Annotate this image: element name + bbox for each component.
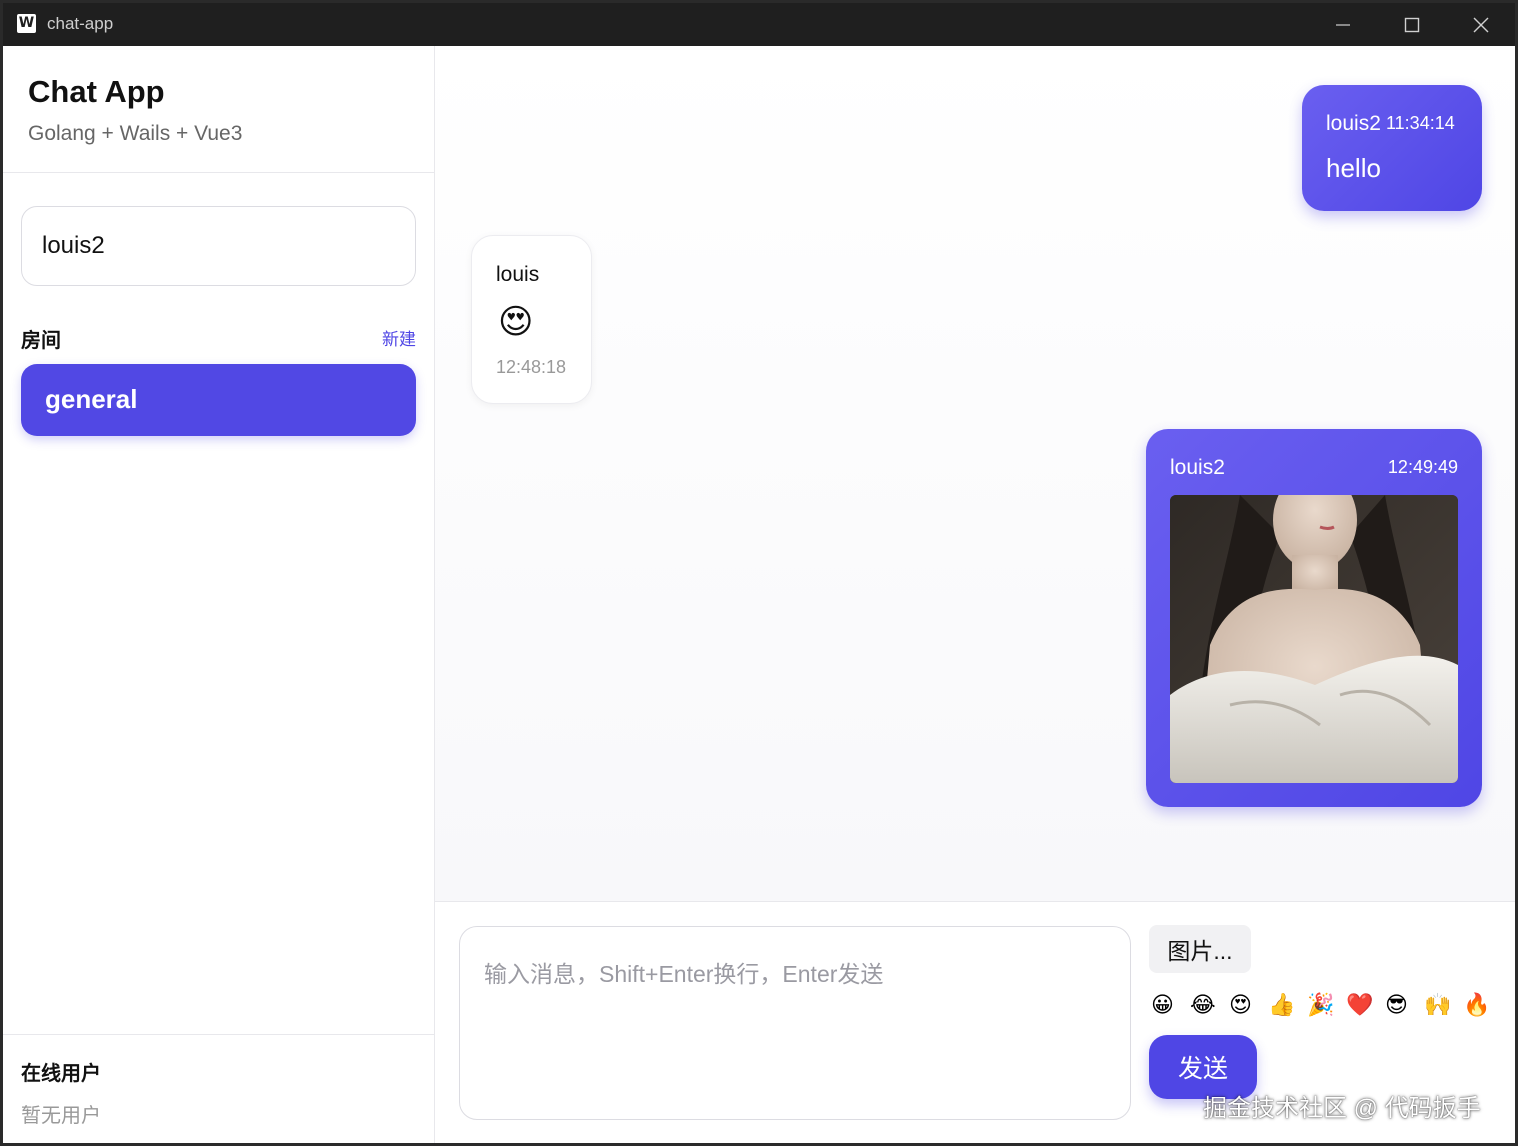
message-time: 11:34:14 bbox=[1386, 113, 1455, 133]
online-users-heading: 在线用户 bbox=[21, 1063, 101, 1085]
minimize-button[interactable] bbox=[1309, 3, 1377, 46]
sunglasses-emoji-icon[interactable]: 😎 bbox=[1385, 988, 1408, 1022]
title-bar[interactable]: W chat-app bbox=[3, 3, 1515, 46]
party-emoji-icon[interactable]: 🎉 bbox=[1307, 988, 1334, 1022]
online-users-empty: 暂无用户 bbox=[21, 1105, 101, 1127]
username-input[interactable] bbox=[21, 206, 416, 286]
thumbs-up-emoji-icon[interactable]: 👍 bbox=[1268, 988, 1295, 1022]
window-title: chat-app bbox=[47, 14, 114, 33]
message-author: louis2 bbox=[1326, 112, 1381, 135]
new-room-link[interactable]: 新建 bbox=[382, 325, 416, 350]
message-bubble: louis2 11:34:14 hello bbox=[1302, 85, 1482, 211]
chat-main: louis2 11:34:14 hello louis 😍 12:48:18 l… bbox=[435, 46, 1515, 1143]
close-icon bbox=[1473, 17, 1489, 33]
app-title: Chat App bbox=[28, 74, 165, 109]
photo-image bbox=[1170, 495, 1458, 783]
maximize-button[interactable] bbox=[1378, 3, 1446, 46]
laughing-emoji-icon[interactable]: 😂 bbox=[1190, 988, 1216, 1022]
message-author: louis bbox=[496, 263, 540, 286]
room-item-general[interactable]: general bbox=[21, 364, 416, 436]
room-label: general bbox=[45, 384, 138, 414]
sidebar: Chat App Golang + Wails + Vue3 房间 新建 gen… bbox=[3, 46, 435, 1143]
composer: 图片... 😀 😂 😍 👍 🎉 ❤️ 😎 🙌 🔥 发送 掘金技术社区 @ 代码扳… bbox=[435, 901, 1515, 1143]
message-time: 12:49:49 bbox=[1387, 457, 1458, 477]
rooms-heading: 房间 bbox=[21, 330, 61, 352]
message-image[interactable] bbox=[1170, 495, 1458, 783]
close-button[interactable] bbox=[1447, 3, 1515, 46]
grinning-emoji-icon[interactable]: 😀 bbox=[1151, 988, 1174, 1022]
brand-header: Chat App Golang + Wails + Vue3 bbox=[3, 46, 434, 173]
fire-emoji-icon[interactable]: 🔥 bbox=[1463, 988, 1490, 1022]
raised-hands-emoji-icon[interactable]: 🙌 bbox=[1424, 988, 1451, 1022]
app-window: W chat-app Chat App Golang + Wails + Vue… bbox=[3, 3, 1515, 1143]
message-input[interactable] bbox=[459, 926, 1131, 1120]
online-users-panel: 在线用户 暂无用户 bbox=[3, 1034, 434, 1143]
heart-emoji-icon[interactable]: ❤️ bbox=[1346, 988, 1373, 1022]
message-bubble: louis 😍 12:48:18 bbox=[471, 235, 592, 404]
watermark: 掘金技术社区 @ 代码扳手 bbox=[1203, 1095, 1481, 1122]
app-subtitle: Golang + Wails + Vue3 bbox=[28, 122, 243, 145]
message-bubble: louis2 12:49:49 bbox=[1146, 429, 1482, 807]
emoji-picker: 😀 😂 😍 👍 🎉 ❤️ 😎 🙌 🔥 bbox=[1151, 988, 1501, 1022]
message-time: 12:48:18 bbox=[496, 357, 567, 377]
heart-eyes-emoji-icon[interactable]: 😍 bbox=[1229, 988, 1252, 1022]
message-list[interactable]: louis2 11:34:14 hello louis 😍 12:48:18 l… bbox=[435, 46, 1515, 901]
message-text: hello bbox=[1326, 153, 1381, 183]
image-upload-button[interactable]: 图片... bbox=[1149, 925, 1251, 973]
message-author: louis2 bbox=[1170, 456, 1225, 479]
app-icon: W bbox=[17, 14, 36, 33]
minimize-icon bbox=[1336, 24, 1350, 26]
heart-eyes-emoji-icon: 😍 bbox=[498, 303, 534, 341]
maximize-icon bbox=[1404, 17, 1420, 33]
